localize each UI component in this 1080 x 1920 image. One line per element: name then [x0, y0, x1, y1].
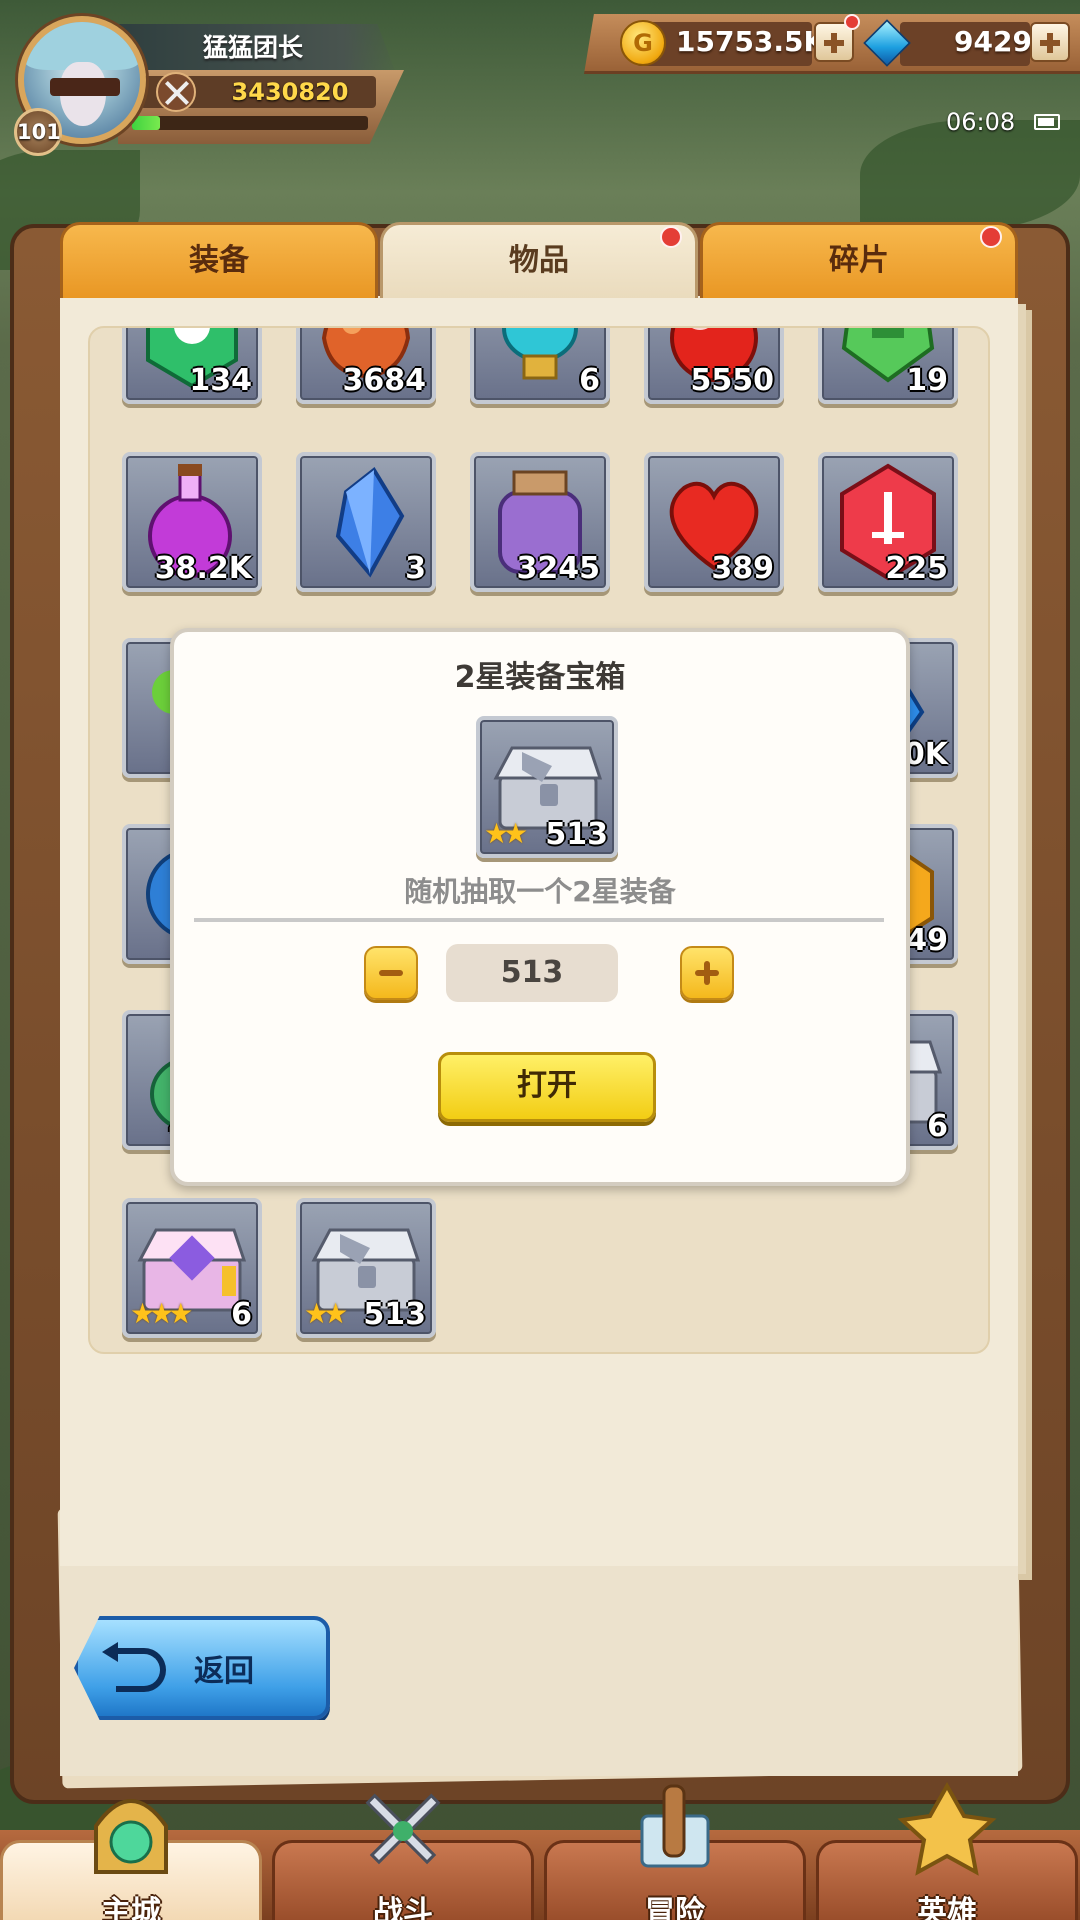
back-button[interactable]: 返回 [74, 1616, 330, 1720]
back-label: 返回 [194, 1654, 254, 1689]
nav-label: 冒险 [645, 1895, 705, 1920]
nav-label: 主城 [101, 1895, 161, 1920]
item-slot[interactable]: 3684 [296, 328, 436, 404]
background-foliage [860, 120, 1080, 230]
item-count: 5550 [690, 363, 775, 398]
item-stars: ★★ [304, 1297, 348, 1330]
level-badge: 101 [14, 108, 62, 156]
item-count: 19 [906, 363, 948, 398]
dialog-description: 随机抽取一个2星装备 [404, 875, 676, 908]
gold-notification-dot [844, 14, 860, 30]
item-slot[interactable]: 3245 [470, 452, 610, 592]
item-count: 513 [545, 817, 608, 852]
item-slot[interactable]: 389 [644, 452, 784, 592]
tab-fragments-badge [980, 226, 1002, 248]
item-slot[interactable]: ★★ 513 [296, 1198, 436, 1338]
item-detail-dialog: 2星装备宝箱 ★★ 513 随机抽取一个2星装备 513 打开 [170, 628, 910, 1186]
chest-item-preview: ★★ 513 [476, 716, 618, 858]
dialog-title: 2星装备宝箱 [454, 660, 626, 695]
item-count: 6 [579, 363, 600, 398]
item-count: 225 [885, 551, 948, 586]
item-count: 3 [405, 551, 426, 586]
gold-coin-icon [620, 20, 666, 66]
item-count: 49 [906, 923, 948, 958]
avatar-blindfold [50, 78, 120, 96]
quantity-field[interactable]: 513 [446, 944, 618, 1002]
item-count: 6 [231, 1297, 252, 1332]
item-count: 3245 [516, 551, 601, 586]
item-slot[interactable]: 225 [818, 452, 958, 592]
combat-power-value: 3430820 [231, 78, 349, 106]
item-count: 38.2K [154, 551, 252, 586]
clock: 06:08 [946, 108, 1016, 136]
player-name: 猛猛团长 [202, 33, 303, 62]
xp-bar [132, 116, 368, 130]
combat-power-icon [156, 72, 196, 112]
gem-value: 9429 [954, 25, 1032, 58]
item-count: 3684 [342, 363, 427, 398]
add-gems-button[interactable] [1030, 22, 1070, 62]
item-count: 513 [363, 1297, 426, 1332]
item-slot[interactable]: 38.2K [122, 452, 262, 592]
open-button[interactable]: 打开 [438, 1052, 656, 1122]
item-slot[interactable]: ★★★ 6 [122, 1198, 262, 1338]
hero-crest-icon [897, 1781, 997, 1876]
back-arrow-icon [102, 1642, 166, 1692]
nav-label: 战斗 [373, 1895, 433, 1920]
item-count: 389 [711, 551, 774, 586]
item-stars: ★★★ [130, 1297, 193, 1330]
tab-fragments[interactable]: 碎片 [700, 222, 1018, 298]
battery-icon [1034, 114, 1060, 130]
gold-value: 15753.5K [676, 25, 826, 58]
item-slot[interactable]: 3 [296, 452, 436, 592]
tab-items-badge [660, 226, 682, 248]
tab-items[interactable]: 物品 [380, 222, 698, 298]
dialog-divider [194, 918, 884, 922]
item-stars: ★★ [484, 817, 528, 850]
item-count: 6 [927, 1109, 948, 1144]
item-slot[interactable]: 6 [470, 328, 610, 404]
tab-equipment[interactable]: 装备 [60, 222, 378, 298]
decrease-quantity-button[interactable] [364, 946, 418, 1000]
crossed-swords-icon [365, 1793, 441, 1865]
item-slot[interactable]: 5550 [644, 328, 784, 404]
xp-fill [132, 116, 161, 130]
item-slot[interactable]: 134 [122, 328, 262, 404]
item-count: 134 [189, 363, 252, 398]
item-slot[interactable]: 19 [818, 328, 958, 404]
map-scroll-icon [640, 1784, 710, 1868]
castle-icon [94, 1799, 168, 1874]
nav-label: 英雄 [917, 1895, 977, 1920]
increase-quantity-button[interactable] [680, 946, 734, 1000]
